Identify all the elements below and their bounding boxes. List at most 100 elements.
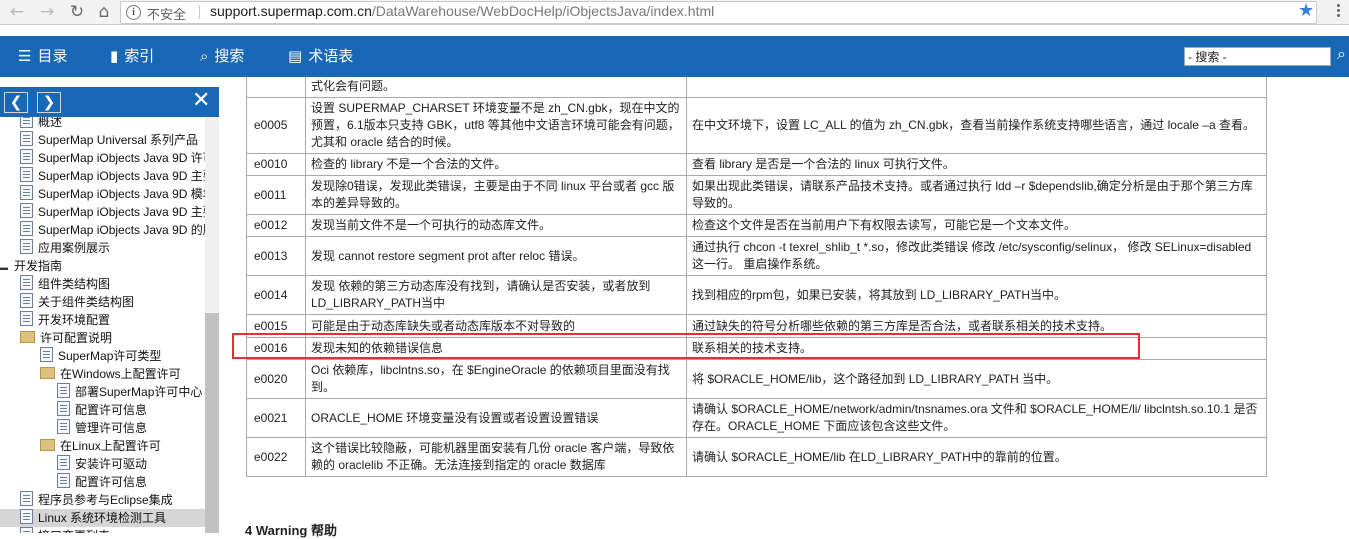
table-row: e0014 发现 依赖的第三方动态库没有找到，请确认是否安装，或者放到 LD_LI… bbox=[246, 275, 1267, 315]
toc-item[interactable]: SuperMap Universal 系列产品 bbox=[20, 131, 198, 149]
document-icon bbox=[20, 149, 33, 164]
table-cell-solution: 如果出现此类错误，请联系产品技术支持。或者通过执行 ldd –r $depend… bbox=[686, 175, 1267, 215]
bookmark-star-icon[interactable]: ★ bbox=[1298, 0, 1314, 21]
table-cell-code: e0010 bbox=[246, 153, 306, 176]
table-cell-solution: 找到相应的rpm包，如果已安装，将其放到 LD_LIBRARY_PATH当中。 bbox=[686, 275, 1267, 315]
toc-item-label: SuperMap iObjects Java 9D 的服 bbox=[38, 223, 205, 237]
toc-item-label: 接口变更列表 bbox=[38, 529, 110, 533]
toc-item-label: 安装许可驱动 bbox=[75, 457, 148, 471]
table-cell-solution bbox=[686, 77, 1267, 98]
table-cell-code: e0020 bbox=[246, 359, 306, 399]
toolbar-glossary-button[interactable]: ▤ 术语表 bbox=[288, 36, 353, 77]
toc-item-label: SuperMap iObjects Java 9D 许可 bbox=[38, 151, 205, 165]
document-icon bbox=[20, 275, 33, 290]
toc-item[interactable]: 关于组件类结构图 bbox=[20, 293, 134, 311]
url-separator bbox=[199, 5, 200, 19]
toc-item[interactable]: 管理许可信息 bbox=[57, 419, 147, 437]
table-row: e0013 发现 cannot restore segment prot afte… bbox=[246, 236, 1267, 276]
table-cell-solution: 在中文环境下，设置 LC_ALL 的值为 zh_CN.gbk，查看当前操作系统支… bbox=[686, 97, 1267, 154]
toc-item-label: 在Windows上配置许可 bbox=[60, 367, 181, 381]
toolbar-index-label: 索引 bbox=[124, 47, 155, 65]
browser-address-bar: ← → ↻ ⌂ i 不安全 support.supermap.com.cn/Da… bbox=[0, 0, 1349, 25]
document-icon bbox=[20, 131, 33, 146]
toc-item-label: 配置许可信息 bbox=[75, 475, 148, 489]
table-cell-solution: 通过执行 chcon -t texrel_shlib_t *.so，修改此类错误… bbox=[686, 236, 1267, 276]
table-cell-desc: 发现除0错误，发现此类错误，主要是由于不同 linux 平台或者 gcc 版本的… bbox=[305, 175, 687, 215]
collapse-icon[interactable]: ▬ bbox=[0, 259, 14, 277]
toc-item-label: 开发指南 bbox=[14, 259, 63, 273]
table-cell-desc: 发现 cannot restore segment prot after rel… bbox=[305, 236, 687, 276]
table-cell-code bbox=[246, 77, 306, 98]
table-cell-desc: 发现 依赖的第三方动态库没有找到，请确认是否安装，或者放到 LD_LIBRARY… bbox=[305, 275, 687, 315]
url-path: /DataWarehouse/WebDocHelp/iObjectsJava/i… bbox=[371, 3, 715, 19]
search-input[interactable]: - 搜索 - bbox=[1184, 47, 1331, 66]
toc-sidebar: ❮ ❯ ✕ 概述 SuperMap Universal 系列产品 SuperMap … bbox=[0, 83, 219, 533]
url-text[interactable]: support.supermap.com.cn/DataWarehouse/We… bbox=[210, 3, 714, 19]
toc-item[interactable]: 配置许可信息 bbox=[57, 473, 147, 491]
table-cell-solution: 通过缺失的符号分析哪些依赖的第三方库是否合法，或者联系相关的技术支持。 bbox=[686, 314, 1267, 338]
toc-item[interactable]: 配置许可信息 bbox=[57, 401, 147, 419]
toc-item-label: SuperMap Universal 系列产品 bbox=[38, 133, 199, 147]
error-code-table: 式化会有问题。 e0005 设置 SUPERMAP_CHARSET 环境变量不是 z… bbox=[246, 77, 1267, 477]
document-icon bbox=[57, 383, 70, 398]
toolbar-contents-button[interactable]: ☰ 目录 bbox=[18, 36, 67, 77]
chevron-right-icon[interactable]: ❯ bbox=[37, 92, 61, 113]
reload-icon[interactable]: ↻ bbox=[66, 1, 88, 23]
chevron-left-icon[interactable]: ❮ bbox=[4, 92, 28, 113]
toc-item-label: 概述 bbox=[38, 117, 63, 129]
table-cell-code: e0012 bbox=[246, 214, 306, 237]
toc-item[interactable]: SuperMap iObjects Java 9D 模块 bbox=[20, 185, 205, 203]
table-cell-solution: 检查这个文件是否在当前用户下有权限去读写，可能它是一个文本文件。 bbox=[686, 214, 1267, 237]
toc-item[interactable]: Linux 系统环境检测工具 bbox=[0, 509, 205, 527]
table-cell-desc: 可能是由于动态库缺失或者动态库版本不对导致的 bbox=[305, 314, 687, 338]
toc-item[interactable]: 应用案例展示 bbox=[20, 239, 110, 257]
table-cell-desc: ORACLE_HOME 环境变量没有设置或者设置设置错误 bbox=[305, 398, 687, 438]
search-go-icon[interactable]: ⌕ bbox=[1337, 44, 1346, 64]
close-icon[interactable]: ✕ bbox=[192, 89, 210, 113]
info-icon[interactable]: i bbox=[126, 5, 141, 20]
toc-item[interactable]: 安装许可驱动 bbox=[57, 455, 147, 473]
glossary-icon: ▤ bbox=[288, 47, 303, 65]
document-icon bbox=[57, 419, 70, 434]
toc-item[interactable]: 概述 bbox=[20, 117, 62, 131]
table-row: e0005 设置 SUPERMAP_CHARSET 环境变量不是 zh_CN.gb… bbox=[246, 97, 1267, 154]
toolbar-index-button[interactable]: ▮ 索引 bbox=[110, 36, 154, 77]
toc-item[interactable]: 接口变更列表 bbox=[20, 527, 110, 533]
security-label[interactable]: 不安全 bbox=[147, 4, 186, 23]
document-icon bbox=[57, 401, 70, 416]
url-host: support.supermap.com.cn bbox=[210, 3, 372, 19]
toc-item[interactable]: SuperMap许可类型 bbox=[40, 347, 161, 365]
document-icon bbox=[57, 473, 70, 488]
table-cell-code: e0011 bbox=[246, 175, 306, 215]
help-toolbar: ☰ 目录 ▮ 索引 ⌕ 搜索 ▤ 术语表 bbox=[0, 36, 1349, 77]
sidebar-scrollbar-thumb[interactable] bbox=[205, 313, 219, 533]
toc-item-label: Linux 系统环境检测工具 bbox=[38, 511, 167, 525]
home-icon[interactable]: ⌂ bbox=[93, 1, 115, 23]
table-cell-desc: 检查的 library 不是一个合法的文件。 bbox=[305, 153, 687, 176]
toc-item-label: 在Linux上配置许可 bbox=[60, 439, 161, 453]
toc-item[interactable]: ▬ 开发指南 bbox=[0, 257, 62, 275]
toc-item[interactable]: SuperMap iObjects Java 9D 的服 bbox=[20, 221, 205, 239]
forward-arrow-icon[interactable]: → bbox=[36, 1, 58, 23]
sidebar-header: ❮ ❯ ✕ bbox=[0, 87, 219, 117]
toc-item[interactable]: SuperMap iObjects Java 9D 许可 bbox=[20, 149, 205, 167]
table-cell-code: e0013 bbox=[246, 236, 306, 276]
toolbar-search-button[interactable]: ⌕ 搜索 bbox=[200, 36, 244, 77]
toc-item[interactable]: 部署SuperMap许可中心 bbox=[57, 383, 202, 401]
toc-item[interactable]: SuperMap iObjects Java 9D 主要 bbox=[20, 203, 205, 221]
document-icon bbox=[20, 167, 33, 182]
toc-item[interactable]: 许可配置说明 bbox=[20, 329, 112, 347]
browser-menu-icon[interactable] bbox=[1334, 2, 1342, 22]
toc-item[interactable]: 组件类结构图 bbox=[20, 275, 110, 293]
url-field[interactable]: i 不安全 support.supermap.com.cn/DataWareho… bbox=[120, 1, 1317, 24]
back-arrow-icon[interactable]: ← bbox=[6, 1, 28, 23]
toc-item[interactable]: SuperMap iObjects Java 9D 主要 bbox=[20, 167, 205, 185]
table-cell-code: e0016 bbox=[246, 337, 306, 360]
toc-item[interactable]: 在Linux上配置许可 bbox=[40, 437, 161, 455]
toc-item[interactable]: 开发环境配置 bbox=[20, 311, 110, 329]
toc-item-label: SuperMap iObjects Java 9D 主要 bbox=[38, 169, 205, 183]
toc-item[interactable]: 程序员参考与Eclipse集成 bbox=[20, 491, 173, 509]
document-icon bbox=[40, 347, 53, 362]
toc-item-label: 部署SuperMap许可中心 bbox=[75, 385, 203, 399]
toc-item[interactable]: 在Windows上配置许可 bbox=[40, 365, 181, 383]
